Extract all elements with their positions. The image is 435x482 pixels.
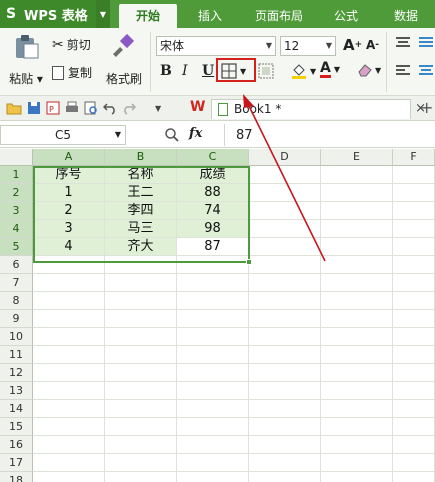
annotation-arrow: [243, 94, 326, 262]
